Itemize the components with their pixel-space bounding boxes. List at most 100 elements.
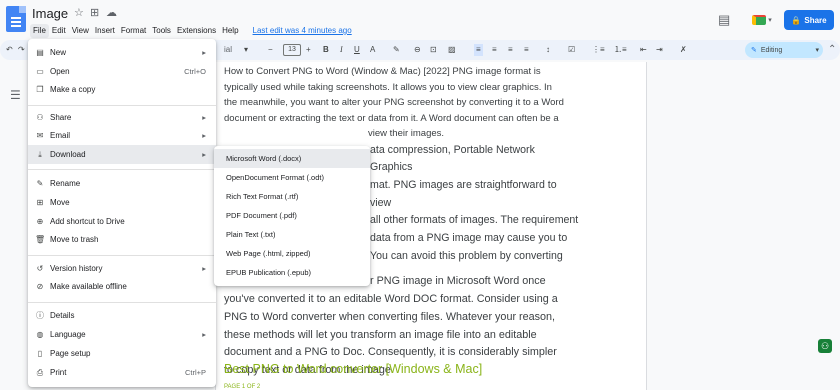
- submenu-arrow-icon: ▸: [202, 113, 206, 122]
- download-odt[interactable]: OpenDocument Format (.odt): [214, 168, 370, 187]
- image-icon[interactable]: ▨: [448, 44, 456, 56]
- bold-icon[interactable]: B: [323, 44, 329, 56]
- submenu-arrow-icon: ▸: [202, 330, 206, 339]
- download-icon: ⤓: [38, 149, 42, 159]
- download-docx[interactable]: Microsoft Word (.docx): [214, 149, 370, 168]
- copy-icon: ❐: [36, 85, 44, 94]
- redo-icon[interactable]: ↷: [18, 44, 25, 56]
- file-menu-item-share[interactable]: ⚇ Share ▸: [28, 108, 216, 127]
- file-menu-item-add-shortcut[interactable]: ⊕ Add shortcut to Drive: [28, 212, 216, 231]
- menu-view[interactable]: View: [69, 24, 92, 38]
- bulleted-list-icon[interactable]: ⋮≡: [592, 44, 605, 56]
- align-left-icon[interactable]: ≡: [474, 44, 483, 56]
- increase-font-icon[interactable]: +: [306, 44, 311, 56]
- undo-icon[interactable]: ↶: [6, 44, 13, 56]
- file-menu-item-version-history[interactable]: ↺ Version history ▸: [28, 259, 216, 278]
- checklist-icon[interactable]: ☑: [568, 44, 575, 56]
- file-menu-item-open[interactable]: ▭ Open Ctrl+O: [28, 62, 216, 81]
- menu-edit[interactable]: Edit: [49, 24, 69, 38]
- file-menu-item-print[interactable]: ⎙ Print Ctrl+P: [28, 363, 216, 382]
- decrease-font-icon[interactable]: −: [268, 44, 273, 56]
- clear-formatting-icon[interactable]: ✗: [680, 44, 687, 56]
- comment-icon[interactable]: ⊡: [430, 44, 437, 56]
- decrease-indent-icon[interactable]: ⇤: [640, 44, 647, 56]
- text-line: all other formats of images. The require…: [370, 214, 579, 227]
- menu-help[interactable]: Help: [219, 24, 241, 38]
- menu-tools[interactable]: Tools: [149, 24, 174, 38]
- comments-icon[interactable]: ▤: [718, 12, 730, 28]
- text-line: How to Convert PNG to Word (Window & Mac…: [224, 66, 541, 77]
- link-icon[interactable]: ⊖: [414, 44, 421, 56]
- cloud-status-icon[interactable]: ☁: [106, 6, 117, 19]
- numbered-list-icon[interactable]: ⒈≡: [614, 44, 627, 56]
- text-line: document and a PNG to Doc. Consequently,…: [224, 346, 557, 359]
- file-menu-item-move-to-trash[interactable]: 🗑 Move to trash: [28, 230, 216, 249]
- file-menu-item-details[interactable]: ⓘ Details: [28, 306, 216, 325]
- download-txt[interactable]: Plain Text (.txt): [214, 225, 370, 244]
- submenu-arrow-icon: ▸: [202, 150, 206, 159]
- star-icon[interactable]: ☆: [74, 6, 84, 19]
- move-folder-icon[interactable]: ⊞: [90, 6, 99, 19]
- menu-item-label: Share: [50, 113, 72, 122]
- folder-open-icon: ▭: [36, 67, 44, 76]
- file-menu-item-email[interactable]: ✉ Email ▸: [28, 126, 216, 145]
- file-menu-item-offline[interactable]: ⊘ Make available offline: [28, 277, 216, 296]
- docs-logo-icon[interactable]: [6, 6, 26, 32]
- meet-button[interactable]: ▾: [746, 9, 778, 31]
- file-menu-item-make-copy[interactable]: ❐ Make a copy: [28, 80, 216, 99]
- text-line: ata compression, Portable Network Graphi…: [370, 143, 535, 174]
- text-color-icon[interactable]: A: [370, 44, 375, 56]
- chevron-down-icon: ▾: [768, 17, 772, 24]
- document-title[interactable]: Image: [32, 6, 68, 21]
- download-pdf[interactable]: PDF Document (.pdf): [214, 206, 370, 225]
- text-line: data from a PNG image may cause you to: [370, 232, 568, 245]
- download-rtf[interactable]: Rich Text Format (.rtf): [214, 187, 370, 206]
- download-html[interactable]: Web Page (.html, zipped): [214, 244, 370, 263]
- menu-item-label: Move to trash: [50, 235, 99, 244]
- last-edit-link[interactable]: Last edit was 4 minutes ago: [250, 24, 355, 38]
- download-submenu: Microsoft Word (.docx) OpenDocument Form…: [214, 146, 370, 286]
- file-menu-item-language[interactable]: ◍ Language ▸: [28, 325, 216, 344]
- align-center-icon[interactable]: ≡: [492, 44, 497, 56]
- menu-item-label: Open: [50, 67, 70, 76]
- menu-format[interactable]: Format: [118, 24, 149, 38]
- outline-icon[interactable]: ☰: [10, 88, 21, 102]
- underline-icon[interactable]: U: [354, 44, 360, 56]
- text-line: document or extracting the text or data …: [224, 112, 559, 124]
- file-menu-item-download[interactable]: ⤓ Download ▸: [28, 145, 216, 164]
- menu-extensions[interactable]: Extensions: [174, 24, 219, 38]
- submenu-arrow-icon: ▸: [202, 48, 206, 57]
- file-menu-item-page-setup[interactable]: ▯ Page setup: [28, 344, 216, 363]
- menu-item-label: Rename: [50, 179, 81, 188]
- highlight-icon[interactable]: ✎: [393, 44, 400, 56]
- menu-file[interactable]: File: [30, 24, 49, 38]
- menu-insert[interactable]: Insert: [92, 24, 118, 38]
- menu-bar: File Edit View Insert Format Tools Exten…: [30, 24, 355, 38]
- text-line: you've converted it to an editable Word …: [224, 293, 558, 306]
- menu-item-label: Move: [50, 198, 70, 207]
- italic-icon[interactable]: I: [340, 44, 343, 56]
- grammar-check-icon[interactable]: ⚇: [818, 339, 832, 353]
- download-epub[interactable]: EPUB Publication (.epub): [214, 263, 370, 282]
- menu-item-label: Email: [50, 131, 71, 140]
- font-size-input[interactable]: 13: [283, 44, 301, 56]
- font-family-select[interactable]: ial: [224, 44, 232, 56]
- file-menu-item-new[interactable]: ▤ New ▸: [28, 43, 216, 62]
- file-menu: ▤ New ▸ ▭ Open Ctrl+O ❐ Make a copy ⚇ Share ▸ ✉…: [28, 39, 216, 387]
- align-right-icon[interactable]: ≡: [508, 44, 513, 56]
- globe-icon: ◍: [36, 330, 44, 339]
- menu-item-label: Make a copy: [50, 85, 96, 94]
- increase-indent-icon[interactable]: ⇥: [656, 44, 663, 56]
- history-icon: ↺: [36, 264, 44, 273]
- info-icon: ⓘ: [36, 311, 44, 320]
- share-button[interactable]: 🔒 Share: [784, 10, 834, 30]
- editing-mode-button[interactable]: ✎ Editing ▾: [745, 42, 823, 58]
- line-spacing-icon[interactable]: ↕: [546, 44, 550, 56]
- file-menu-item-rename[interactable]: ✎ Rename: [28, 174, 216, 193]
- menu-item-label: Version history: [50, 264, 103, 273]
- align-justify-icon[interactable]: ≡: [524, 44, 529, 56]
- collapse-menus-icon[interactable]: ⌃: [828, 44, 836, 55]
- shortcut-label: Ctrl+O: [184, 67, 206, 76]
- file-menu-item-move[interactable]: ⊞ Move: [28, 193, 216, 212]
- share-icon: ⚇: [36, 113, 44, 122]
